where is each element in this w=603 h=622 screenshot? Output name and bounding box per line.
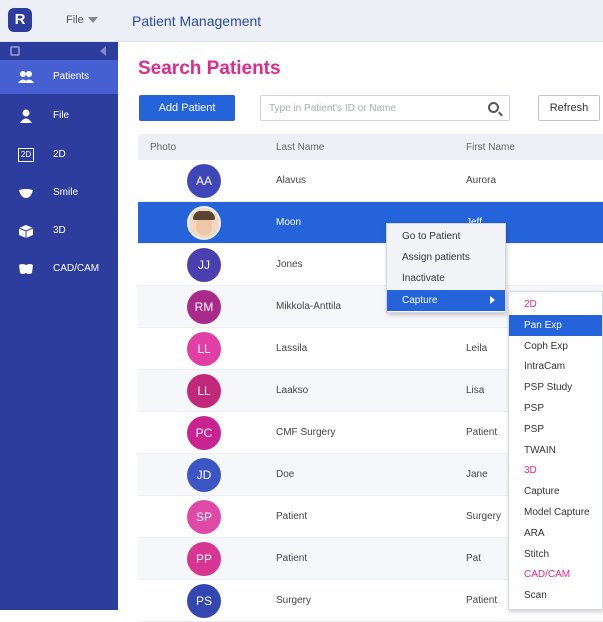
- submenu-section-header: 2D: [524, 299, 537, 310]
- submenu-item[interactable]: PSP: [509, 398, 602, 419]
- cell-last-name: Mikkola-Anttila: [276, 301, 342, 312]
- submenu-item[interactable]: ARA: [509, 523, 602, 544]
- collapse-sidebar-icon[interactable]: [100, 46, 106, 56]
- submenu-section-header: CAD/CAM: [524, 569, 571, 581]
- sidebar: Patients File 2D 2D Smile 3D CAD/CAM: [0, 42, 118, 610]
- avatar: PS: [187, 584, 221, 618]
- context-menu: Go to Patient Assign patients Inactivate…: [386, 223, 506, 313]
- smile-icon: [18, 186, 34, 200]
- sidebar-item-cadcam[interactable]: CAD/CAM: [0, 252, 118, 286]
- app-title: Patient Management: [132, 13, 262, 29]
- submenu-section-header: 3D: [524, 465, 537, 477]
- submenu-item[interactable]: Model Capture: [509, 502, 602, 523]
- table-row[interactable]: JJ Jones: [138, 244, 603, 286]
- sidebar-item-label: 2D: [53, 149, 66, 160]
- cell-last-name: Patient: [276, 553, 308, 564]
- avatar: LL: [187, 332, 221, 366]
- sidebar-item-2d[interactable]: 2D 2D: [0, 138, 118, 172]
- sidebar-item-label: CAD/CAM: [53, 263, 100, 274]
- cell-last-name: CMF Surgery: [276, 427, 336, 438]
- chevron-right-icon: [490, 296, 495, 304]
- column-header-last-name[interactable]: Last Name: [276, 142, 324, 153]
- menu-item-capture[interactable]: Capture: [387, 290, 505, 311]
- sidebar-item-3d[interactable]: 3D: [0, 214, 118, 248]
- search-icon[interactable]: [488, 102, 499, 113]
- cell-last-name: Moon: [276, 217, 302, 228]
- cell-first-name: Patient: [466, 595, 498, 606]
- top-bar: R File Patient Management: [0, 0, 603, 42]
- cell-last-name: Surgery: [276, 595, 312, 606]
- cell-first-name: Pat: [466, 553, 482, 564]
- menu-item-go-to-patient[interactable]: Go to Patient: [387, 226, 505, 247]
- capture-submenu: 2D Pan Exp Coph Exp IntraCam PSP Study PSP PSP…: [508, 291, 603, 610]
- submenu-item[interactable]: Pan Exp: [509, 314, 602, 336]
- sidebar-item-file[interactable]: File: [0, 99, 118, 133]
- search-input[interactable]: Type in Patient's ID or Name: [260, 95, 510, 121]
- sidebar-item-smile[interactable]: Smile: [0, 176, 118, 210]
- search-placeholder: Type in Patient's ID or Name: [269, 103, 396, 114]
- avatar: JJ: [187, 248, 221, 282]
- cell-last-name: Patient: [276, 511, 308, 522]
- people-icon: [18, 70, 34, 84]
- column-header-photo[interactable]: Photo: [150, 142, 176, 153]
- table-row[interactable]: MoonJeff: [138, 202, 603, 244]
- 2d-icon: 2D: [18, 148, 34, 162]
- app-logo: R: [8, 8, 32, 32]
- cell-first-name: Surgery: [466, 511, 502, 522]
- cell-first-name: Lisa: [466, 385, 485, 396]
- cell-first-name: Leila: [466, 343, 488, 354]
- avatar: SP: [187, 500, 221, 534]
- sidebar-item-patients[interactable]: Patients: [0, 60, 118, 94]
- chevron-down-icon: [87, 17, 98, 24]
- refresh-button[interactable]: Refresh: [538, 95, 600, 121]
- avatar: JD: [187, 458, 221, 492]
- 3d-icon: [18, 224, 34, 238]
- table-header: Photo Last Name First Name: [138, 134, 603, 160]
- avatar: LL: [187, 374, 221, 408]
- sidebar-item-label: File: [53, 110, 70, 121]
- cell-first-name: Patient: [466, 427, 498, 438]
- submenu-item[interactable]: TWAIN: [509, 440, 602, 461]
- avatar: PP: [187, 542, 221, 576]
- submenu-item[interactable]: PSP Study: [509, 377, 602, 398]
- cadcam-icon: [18, 262, 34, 276]
- add-patient-button[interactable]: Add Patient: [139, 95, 235, 121]
- submenu-item[interactable]: Coph Exp: [509, 336, 602, 357]
- cell-last-name: Lassila: [276, 343, 308, 354]
- page-title: Search Patients: [138, 58, 281, 79]
- menu-item-assign-patients[interactable]: Assign patients: [387, 247, 505, 268]
- avatar: AA: [187, 164, 221, 198]
- menu-item-label: Capture: [402, 295, 438, 306]
- submenu-item[interactable]: PSP: [509, 419, 602, 440]
- submenu-item[interactable]: Scan: [509, 585, 602, 606]
- lock-icon[interactable]: [10, 46, 20, 56]
- cell-last-name: Alavus: [276, 175, 307, 186]
- avatar: PC: [187, 416, 221, 450]
- file-menu-label: File: [66, 14, 84, 26]
- sidebar-item-label: 3D: [53, 225, 66, 236]
- cell-last-name: Jones: [276, 259, 303, 270]
- sidebar-item-label: Smile: [53, 187, 79, 198]
- table-row[interactable]: AA Alavus Aurora: [138, 160, 603, 202]
- submenu-item[interactable]: Capture: [509, 481, 602, 502]
- avatar-photo: [187, 206, 221, 240]
- submenu-item[interactable]: Stitch: [509, 544, 602, 565]
- menu-item-inactivate[interactable]: Inactivate: [387, 268, 505, 289]
- file-menu[interactable]: File: [66, 14, 98, 26]
- avatar: RM: [187, 290, 221, 324]
- cell-last-name: Doe: [276, 469, 295, 480]
- cell-last-name: Laakso: [276, 385, 309, 396]
- cell-first-name: Aurora: [466, 175, 497, 186]
- person-icon: [18, 109, 34, 123]
- cell-first-name: Jane: [466, 469, 488, 480]
- submenu-item[interactable]: IntraCam: [509, 356, 602, 377]
- column-header-first-name[interactable]: First Name: [466, 142, 515, 153]
- sidebar-item-label: Patients: [53, 71, 90, 82]
